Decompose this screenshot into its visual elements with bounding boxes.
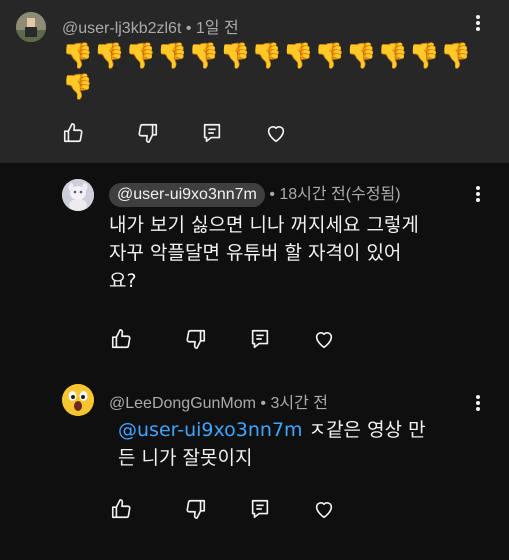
reply-icon[interactable] [201,122,223,144]
comment-line: 자꾸 악플달면 유튜버 할 자격이 있어 [109,242,402,264]
reply-icon[interactable] [249,498,271,520]
dislike-icon[interactable] [185,328,207,350]
thumbs-down-emoji: 👎 [345,41,377,70]
thumbs-down-emoji: 👎 [125,41,157,70]
timestamp[interactable]: 3시간 전 [270,395,328,412]
comment-meta: @user-ui9xo3nn7m • 18시간 전(수정됨) [109,180,401,207]
comment-line: @user-ui9xo3nn7m ㅈ같은 영상 만 [118,416,426,444]
meta-separator: • [264,186,280,203]
comment-body: @user-ui9xo3nn7m ㅈ같은 영상 만 든 니가 잘못이지 [118,416,426,472]
timestamp[interactable]: 18시간 전(수정됨) [279,186,400,203]
thumbs-down-emoji: 👎 [377,41,409,70]
comment-text: ㅈ같은 영상 만 [302,419,426,441]
thumbs-down-emoji: 👎 [282,41,314,70]
meta-separator: • [181,20,196,37]
like-icon[interactable] [110,498,132,520]
thumbs-down-emoji: 👎 [314,41,346,70]
thumbs-down-emoji: 👎 [251,41,283,70]
comment-body: 내가 보기 싫으면 니나 꺼지세요 그렇게 자꾸 악플달면 유튜버 할 자격이 … [109,211,419,295]
comment-actions [110,498,335,520]
thumbs-down-emoji: 👎 [156,41,188,70]
avatar[interactable] [16,12,46,42]
thumbs-down-emoji: 👎 [219,41,251,70]
dislike-icon[interactable] [137,122,159,144]
comment-body-emoji: 👎 👎 👎 👎 👎 👎 👎 👎 👎 👎 👎 👎 👎 👎 [62,40,482,102]
more-icon[interactable] [475,14,481,32]
avatar[interactable] [62,384,94,416]
comment-actions [62,122,287,144]
like-icon[interactable] [110,328,132,350]
reply-icon[interactable] [249,328,271,350]
thumbs-down-emoji: 👎 [188,41,220,70]
meta-separator: • [255,395,271,412]
dislike-icon[interactable] [185,498,207,520]
thumbs-down-emoji: 👎 [408,41,440,70]
more-icon[interactable] [475,394,481,412]
like-icon[interactable] [62,122,84,144]
author-handle-chip[interactable]: @user-ui9xo3nn7m [109,183,265,207]
heart-icon[interactable] [313,498,335,520]
timestamp[interactable]: 1일 전 [196,20,239,37]
comment-actions [110,328,335,350]
comment-line: 든 니가 잘못이지 [118,447,253,469]
heart-icon[interactable] [265,122,287,144]
author-handle[interactable]: @LeeDongGunMom [109,395,256,412]
comment-meta: @user-lj3kb2zl6t • 1일 전 [62,14,239,38]
comment-line: 요? [109,270,137,292]
thumbs-down-emoji: 👎 [62,41,94,70]
author-handle[interactable]: @user-lj3kb2zl6t [62,20,181,37]
mention-link[interactable]: @user-ui9xo3nn7m [118,419,303,441]
avatar[interactable] [62,179,94,211]
heart-icon[interactable] [313,328,335,350]
comment-1: @user-lj3kb2zl6t • 1일 전 👎 👎 👎 👎 👎 👎 👎 👎 👎 👎 👎 👎 👎 👎 [0,0,509,163]
comment-meta: @LeeDongGunMom • 3시간 전 [109,389,328,413]
thumbs-down-emoji: 👎 [93,41,125,70]
thumbs-down-emoji: 👎 [440,41,472,70]
thumbs-down-emoji: 👎 [62,72,94,101]
comment-line: 내가 보기 싫으면 니나 꺼지세요 그렇게 [109,214,419,236]
more-icon[interactable] [475,185,481,203]
